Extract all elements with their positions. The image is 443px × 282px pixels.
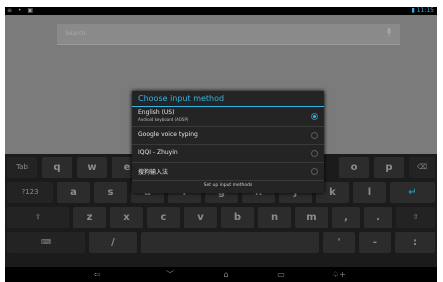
key-l[interactable]: l	[353, 182, 386, 203]
key-shift-left[interactable]: ⇧	[7, 207, 69, 228]
search-bar[interactable]: Search	[57, 24, 400, 45]
key-colon[interactable]: :	[395, 232, 435, 253]
hide-keyboard-icon[interactable]: ﹀	[160, 269, 180, 280]
key-keyboard-settings[interactable]: ⌨	[7, 232, 85, 253]
key-enter[interactable]: ↵	[390, 182, 435, 203]
back-icon[interactable]: ⇦	[87, 269, 107, 280]
option-iqqi-zhuyin[interactable]: IQQI - Zhuyin	[132, 145, 324, 162]
dialog-title-divider	[132, 106, 324, 107]
key-m[interactable]: m	[295, 207, 328, 228]
navigation-bar: ⇦ ﹀ ⌂ ▭ ♤+	[5, 267, 437, 282]
key-comma[interactable]: ,	[332, 207, 360, 228]
home-icon[interactable]: ⌂	[216, 269, 236, 280]
radio-unselected-icon[interactable]	[311, 132, 318, 139]
key-backspace[interactable]: ⌫	[409, 157, 435, 178]
key-dash[interactable]: -	[359, 232, 391, 253]
status-icons-right: ▮ 11:15	[411, 7, 435, 14]
status-bar: ≡ • ▣ ▮ 11:15	[5, 7, 437, 15]
key-slash[interactable]: /	[89, 232, 137, 253]
option-label: English (US)	[138, 109, 175, 116]
option-label: 搜狗输入法	[138, 169, 169, 176]
option-sogou-input[interactable]: 搜狗输入法	[132, 163, 324, 180]
key-b[interactable]: b	[221, 207, 254, 228]
search-placeholder: Search	[65, 30, 86, 37]
key-shift-right[interactable]: ⇧	[396, 207, 435, 228]
key-space[interactable]	[141, 232, 319, 253]
key-period[interactable]: .	[364, 207, 392, 228]
key-w[interactable]: w	[77, 157, 107, 178]
key-z[interactable]: z	[73, 207, 106, 228]
input-method-dialog: Choose input method English (US) Android…	[132, 91, 324, 193]
radio-selected-icon[interactable]	[311, 113, 318, 120]
key-x[interactable]: x	[110, 207, 143, 228]
extra-nav-icon[interactable]: ♤+	[329, 269, 349, 280]
option-label: Google voice typing	[138, 131, 198, 138]
key-p[interactable]: p	[374, 157, 404, 178]
tablet-screen: ≡ • ▣ ▮ 11:15 Search Tab q w e r t y u i…	[5, 7, 437, 282]
option-english-us[interactable]: English (US) Android keyboard (AOSP)	[132, 108, 324, 124]
key-symbols[interactable]: ?123	[7, 182, 53, 203]
divider	[132, 180, 324, 181]
recent-apps-icon[interactable]: ▭	[271, 269, 291, 280]
radio-unselected-icon[interactable]	[311, 150, 318, 157]
key-o[interactable]: o	[339, 157, 369, 178]
setup-input-methods-button[interactable]: Set up input methods	[132, 183, 324, 188]
key-a[interactable]: a	[57, 182, 90, 203]
key-s[interactable]: s	[94, 182, 127, 203]
status-icons-left: ≡ • ▣	[7, 7, 36, 14]
key-v[interactable]: v	[184, 207, 217, 228]
option-label: IQQI - Zhuyin	[138, 149, 178, 156]
dialog-title: Choose input method	[138, 94, 225, 103]
key-n[interactable]: n	[258, 207, 291, 228]
option-sublabel: Android keyboard (AOSP)	[138, 117, 189, 122]
key-tab[interactable]: Tab	[7, 157, 37, 178]
key-c[interactable]: c	[147, 207, 180, 228]
option-google-voice-typing[interactable]: Google voice typing	[132, 127, 324, 144]
mic-icon[interactable]	[386, 28, 392, 38]
key-q[interactable]: q	[42, 157, 72, 178]
radio-unselected-icon[interactable]	[311, 168, 318, 175]
key-apostrophe[interactable]: '	[323, 232, 355, 253]
